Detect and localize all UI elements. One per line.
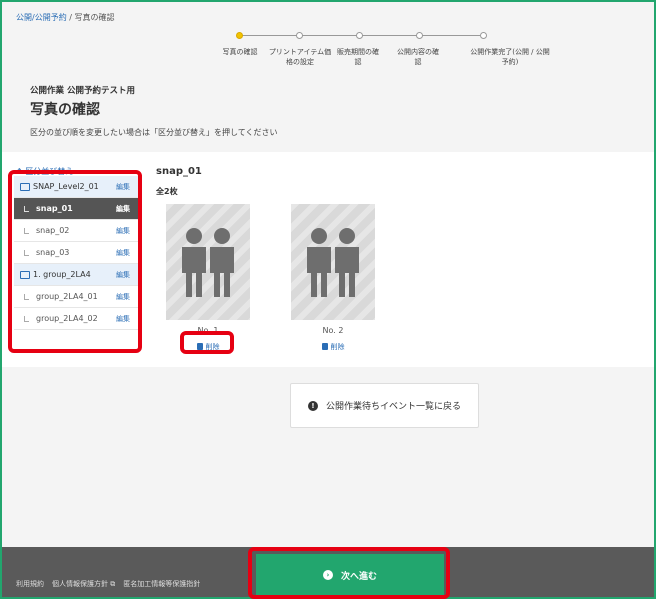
instruction-text: 区分の並び順を変更したい場合は「区分並び替え」を押してください	[30, 128, 278, 137]
alert-circle-icon: !	[307, 400, 318, 411]
step-dot-4	[416, 32, 423, 39]
external-link-icon: ⧉	[110, 580, 116, 588]
step-label-1: 写真の確認	[222, 48, 258, 56]
highlight-box-next	[248, 547, 450, 599]
delete-button[interactable]: 削除	[321, 342, 345, 352]
step-dot-5	[480, 32, 487, 39]
footer-link-anonymous[interactable]: 匿名加工情報等保護指針	[123, 579, 200, 589]
trash-icon	[321, 343, 328, 350]
photo-number: No. 2	[322, 326, 344, 335]
person-pair-icon	[307, 228, 359, 297]
highlight-box-delete	[180, 331, 234, 354]
step-label-5: 公開作業完了(公開 / 公開予約)	[470, 48, 550, 66]
footer-links: 利用規約 個人情報保護方針 ⧉ 匿名加工情報等保護指針	[16, 579, 200, 589]
step-label-4: 公開内容の確認	[397, 48, 439, 66]
breadcrumb-current: 写真の確認	[74, 13, 115, 22]
highlight-box-tree	[8, 170, 142, 353]
step-dot-3	[356, 32, 363, 39]
person-pair-icon	[182, 228, 234, 297]
back-button-label: 公開作業待ちイベント一覧に戻る	[325, 402, 461, 412]
delete-label: 削除	[330, 342, 345, 351]
footer-link-privacy[interactable]: 個人情報保護方針 ⧉	[52, 579, 115, 589]
page-title: 写真の確認	[30, 102, 100, 118]
snap-title: snap_01	[156, 166, 202, 177]
photo-thumbnail[interactable]	[291, 204, 375, 320]
photo-count: 全2枚	[156, 187, 178, 196]
step-dot-2	[296, 32, 303, 39]
step-label-3: 販売期間の確認	[337, 48, 379, 66]
step-label-2: プリントアイテム価格の設定	[268, 48, 332, 66]
back-to-event-list-button[interactable]: ! 公開作業待ちイベント一覧に戻る	[290, 383, 479, 428]
breadcrumb-separator: /	[69, 13, 72, 22]
event-title: 公開作業 公開予約テスト用	[30, 86, 135, 96]
step-dot-1	[236, 32, 243, 39]
breadcrumb-link[interactable]: 公開/公開予約	[16, 13, 67, 22]
photo-thumbnail[interactable]	[166, 204, 250, 320]
breadcrumb: 公開/公開予約 / 写真の確認	[16, 12, 115, 23]
footer-link-terms[interactable]: 利用規約	[16, 579, 44, 589]
photo-card-2: No. 2 削除	[291, 204, 375, 354]
